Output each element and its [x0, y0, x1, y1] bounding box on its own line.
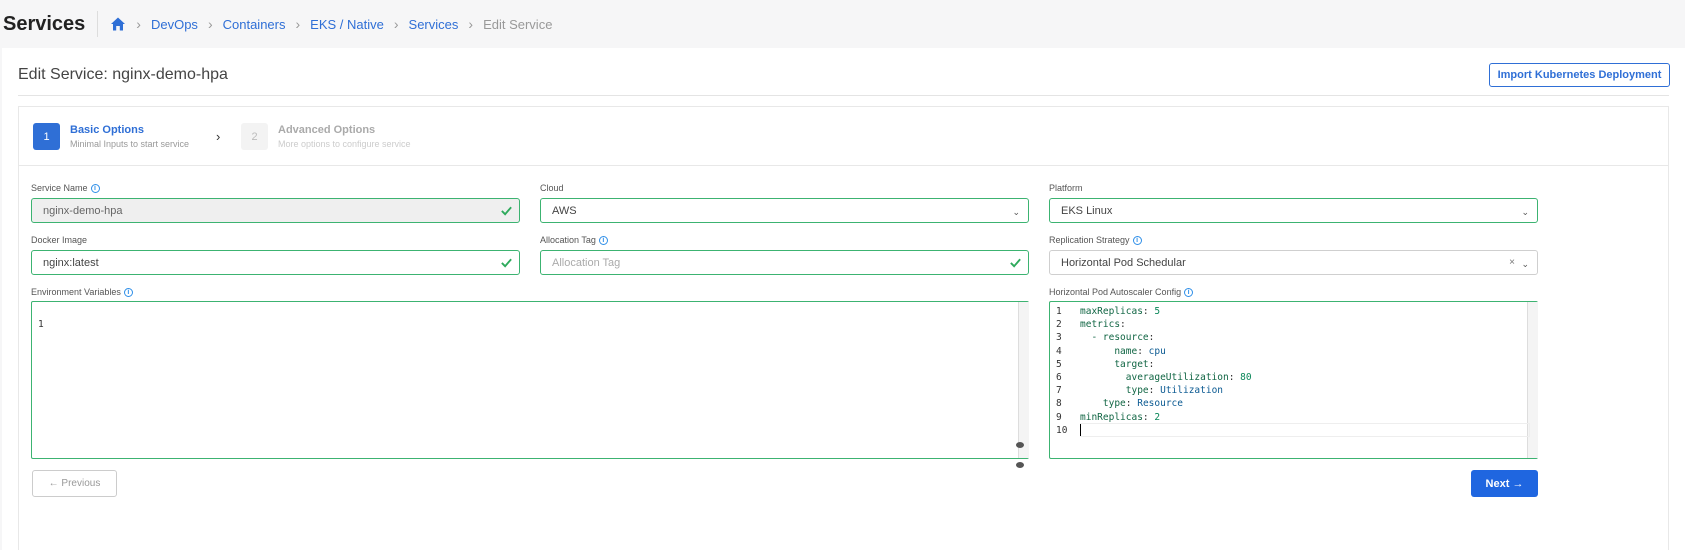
breadcrumb-devops[interactable]: DevOps: [151, 17, 198, 32]
resize-handle-icon[interactable]: [1015, 440, 1025, 470]
environment-variables-editor[interactable]: 1: [31, 301, 1029, 459]
stepper: 1 Basic Options Minimal Inputs to start …: [19, 107, 1668, 166]
allocation-tag-label: Allocation Tag i: [540, 235, 608, 245]
allocation-tag-placeholder: Allocation Tag: [552, 256, 621, 269]
next-button[interactable]: Next →: [1471, 470, 1538, 497]
docker-image-label: Docker Image: [31, 235, 87, 245]
line-number: 2: [1056, 319, 1062, 331]
line-number: 3: [1056, 332, 1062, 344]
docker-image-input[interactable]: nginx:latest: [31, 250, 520, 275]
check-icon: [501, 206, 512, 216]
cloud-label: Cloud: [540, 183, 564, 193]
page-title: Services: [3, 12, 86, 35]
breadcrumb-separator: ›: [468, 16, 474, 32]
code-text: minReplicas: 2: [1080, 411, 1161, 423]
replication-strategy-value: Horizontal Pod Schedular: [1061, 256, 1186, 269]
environment-variables-label: Environment Variables i: [31, 287, 133, 297]
hpa-config-label: Horizontal Pod Autoscaler Config i: [1049, 287, 1194, 297]
step-basic-options[interactable]: 1 Basic Options Minimal Inputs to start …: [33, 123, 189, 151]
step-advanced-options[interactable]: 2 Advanced Options More options to confi…: [241, 123, 411, 151]
clear-icon[interactable]: ×: [1509, 257, 1515, 268]
service-name-label-text: Service Name: [31, 183, 88, 193]
breadcrumb-separator: ›: [207, 16, 213, 32]
line-number: 6: [1056, 372, 1062, 383]
step-title: Basic Options: [70, 124, 144, 136]
cloud-select[interactable]: AWS ⌄: [540, 198, 1029, 223]
line-number: 1: [1056, 306, 1062, 317]
code-text: - resource:: [1091, 332, 1161, 344]
edit-service-card: Edit Service: nginx-demo-hpa Import Kube…: [2, 48, 1685, 550]
platform-select[interactable]: EKS Linux ⌄: [1049, 198, 1538, 223]
cloud-label-text: Cloud: [540, 183, 564, 193]
import-kubernetes-deployment-button[interactable]: Import Kubernetes Deployment: [1489, 63, 1670, 87]
top-bar: Services › DevOps › Containers › EKS / N…: [0, 0, 1685, 48]
chevron-right-icon: ›: [216, 129, 221, 144]
check-icon: [1010, 258, 1021, 268]
breadcrumb-services[interactable]: Services: [409, 17, 459, 32]
info-icon[interactable]: i: [1132, 235, 1142, 245]
chevron-down-icon: ⌄: [1012, 207, 1020, 217]
line-number: 8: [1056, 398, 1062, 410]
text-caret: [1080, 423, 1081, 436]
previous-button[interactable]: ← Previous: [32, 470, 117, 497]
step-subtitle: Minimal Inputs to start service: [70, 139, 190, 149]
current-line-highlight: [1080, 422, 1530, 437]
replication-strategy-label: Replication Strategy i: [1049, 235, 1142, 245]
home-icon[interactable]: [110, 16, 126, 32]
code-text: metrics:: [1080, 319, 1132, 331]
breadcrumb-separator: ›: [136, 16, 141, 32]
environment-variables-label-text: Environment Variables: [31, 287, 121, 297]
info-icon[interactable]: i: [123, 287, 133, 297]
edit-service-title: Edit Service: nginx-demo-hpa: [18, 66, 228, 83]
line-number: 1: [38, 319, 44, 330]
breadcrumb-current: Edit Service: [483, 16, 553, 32]
hpa-config-label-text: Horizontal Pod Autoscaler Config: [1049, 287, 1182, 297]
breadcrumb: › DevOps › Containers › EKS / Native › S…: [110, 16, 552, 32]
breadcrumb-separator: ›: [393, 16, 399, 32]
code-text: name: cpu: [1114, 345, 1166, 357]
hpa-config-editor[interactable]: 1 maxReplicas: 5 2 metrics: 3 - resource: 4…: [1049, 301, 1538, 459]
editor-scrollbar[interactable]: [1018, 302, 1029, 458]
platform-value: EKS Linux: [1061, 204, 1113, 217]
docker-image-value: nginx:latest: [43, 256, 99, 269]
replication-strategy-select[interactable]: Horizontal Pod Schedular × ⌄: [1049, 250, 1538, 275]
breadcrumb-eks-native[interactable]: EKS / Native: [310, 17, 384, 32]
code-text: type: Resource: [1102, 398, 1183, 410]
header-divider: [18, 95, 1669, 96]
info-icon[interactable]: i: [598, 235, 608, 245]
step-subtitle: More options to configure service: [278, 139, 411, 149]
service-name-label: Service Name i: [31, 183, 100, 193]
service-name-input[interactable]: nginx-demo-hpa: [31, 198, 520, 223]
chevron-down-icon: ⌄: [1521, 259, 1529, 269]
step-title: Advanced Options: [278, 124, 376, 136]
service-name-value: nginx-demo-hpa: [43, 204, 123, 217]
code-text: averageUtilization: 80: [1125, 372, 1252, 383]
breadcrumb-containers[interactable]: Containers: [223, 17, 286, 32]
info-icon[interactable]: i: [90, 183, 100, 193]
info-icon[interactable]: i: [1184, 287, 1194, 297]
step-number: 2: [241, 123, 268, 150]
platform-label-text: Platform: [1049, 183, 1083, 193]
breadcrumb-separator: ›: [295, 16, 301, 32]
allocation-tag-input[interactable]: Allocation Tag: [540, 250, 1029, 275]
cloud-value: AWS: [552, 204, 577, 217]
check-icon: [501, 258, 512, 268]
code-text: target:: [1114, 358, 1161, 370]
line-number: 5: [1056, 358, 1062, 370]
line-number: 10: [1056, 424, 1068, 436]
allocation-tag-label-text: Allocation Tag: [540, 235, 596, 245]
replication-strategy-label-text: Replication Strategy: [1049, 235, 1130, 245]
line-number: 4: [1056, 345, 1062, 357]
chevron-down-icon: ⌄: [1521, 207, 1529, 217]
code-text: maxReplicas: 5: [1080, 306, 1161, 317]
code-line: 1: [32, 305, 55, 330]
line-number: 7: [1056, 385, 1062, 397]
line-number: 9: [1056, 411, 1062, 423]
platform-label: Platform: [1049, 183, 1083, 193]
title-divider: [97, 11, 99, 37]
code-text: type: Utilization: [1125, 385, 1224, 397]
step-number: 1: [33, 123, 60, 150]
docker-image-label-text: Docker Image: [31, 235, 88, 245]
